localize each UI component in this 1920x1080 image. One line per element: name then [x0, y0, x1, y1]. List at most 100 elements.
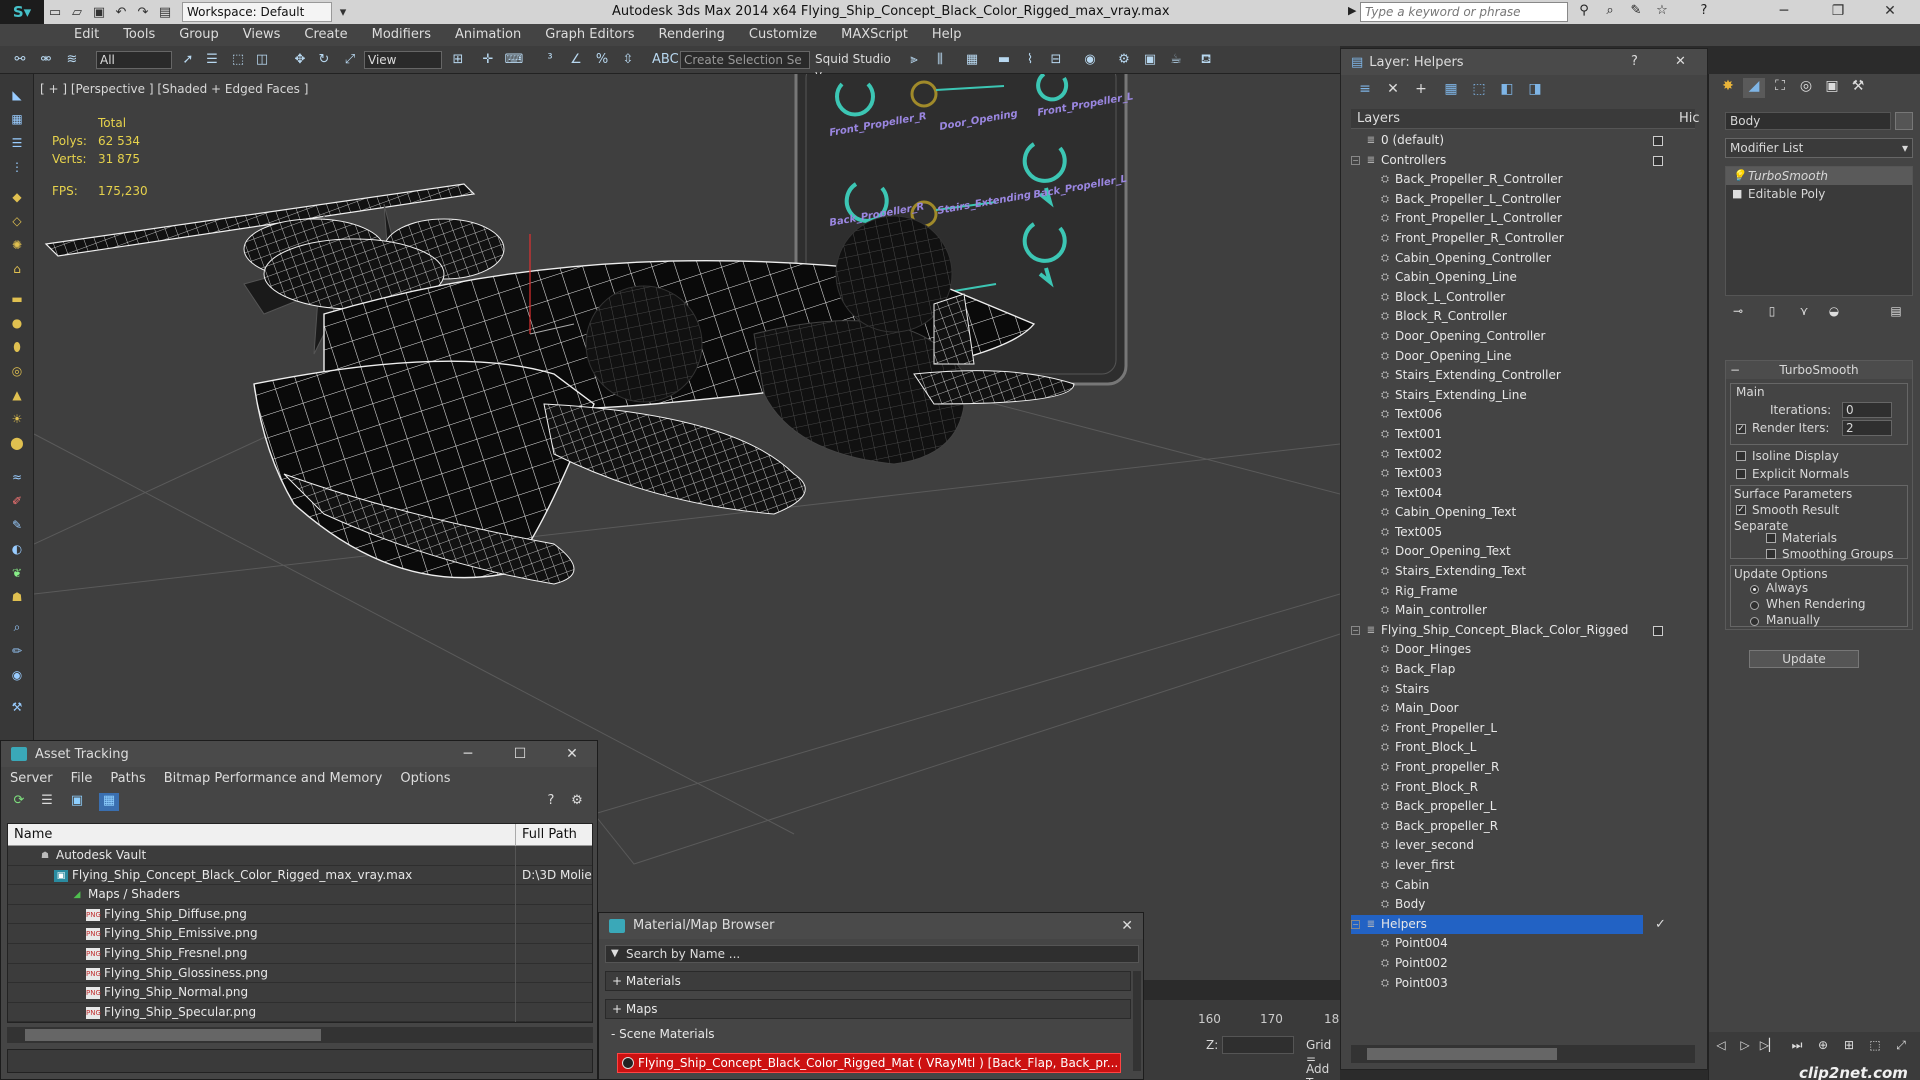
when-rendering-radio[interactable] — [1750, 601, 1759, 610]
collapse-icon[interactable]: − — [1351, 155, 1360, 165]
reference-coordinate-select[interactable]: View — [364, 51, 442, 69]
settings-icon[interactable]: ⚙ — [567, 793, 587, 811]
layer-object-row[interactable]: ⛭ Main_Door — [1351, 699, 1695, 719]
render-production-icon[interactable]: ☕ — [1166, 51, 1186, 69]
pin-stack-icon[interactable]: ⊸ — [1727, 304, 1749, 322]
search-tool-icon[interactable]: ⌕ — [7, 620, 27, 638]
box-icon[interactable]: ▬ — [7, 292, 27, 310]
binoculars-icon[interactable]: ⚲ — [1574, 3, 1594, 21]
layer-row[interactable]: − ≣ Flying_Ship_Concept_Black_Color_Rigged — [1351, 621, 1695, 641]
shapes-icon[interactable]: ◇ — [7, 214, 27, 232]
display-tab-icon[interactable]: ▣ — [1821, 78, 1843, 98]
graphite-ribbon-icon[interactable]: ▬ — [994, 51, 1014, 69]
named-selection-set-select[interactable]: Create Selection Se — [680, 51, 810, 69]
menu-help[interactable]: Help — [920, 24, 974, 46]
lightbulb-icon[interactable]: 💡 — [1732, 167, 1746, 185]
column-divider[interactable] — [515, 824, 516, 846]
paint-icon[interactable]: ✎ — [7, 518, 27, 536]
layer-object-row[interactable]: ⛭ Main_controller — [1351, 601, 1695, 621]
close-icon[interactable]: ✕ — [1121, 913, 1133, 939]
next-frame-icon[interactable]: ▷▏ — [1759, 1038, 1779, 1056]
layer-row[interactable]: − ≣ Controllers — [1351, 151, 1695, 171]
schematic-view-icon[interactable]: ⊟ — [1046, 51, 1066, 69]
select-manipulate-icon[interactable]: ✛ — [478, 51, 498, 69]
select-objects-layer-icon[interactable]: ⬚ — [1469, 81, 1489, 99]
object-name-field[interactable]: Body — [1725, 112, 1891, 130]
search-icon[interactable]: ⌕ — [1600, 3, 1620, 21]
flying-ship-model[interactable] — [44, 183, 1075, 585]
add-time-tag-label[interactable]: Add T — [1306, 1062, 1340, 1080]
layer-object-row[interactable]: ⛭ Front_propeller_R — [1351, 758, 1695, 778]
create-layer-icon[interactable]: + — [1411, 81, 1431, 99]
redo-icon[interactable]: ↷ — [132, 2, 154, 22]
hierarchy-tab-icon[interactable]: ⛶ — [1769, 78, 1791, 98]
menu-group[interactable]: Group — [167, 24, 231, 46]
asset-row[interactable]: ▣ Flying_Ship_Concept_Black_Color_Rigged_… — [8, 865, 592, 886]
lights-icon[interactable]: ✺ — [7, 238, 27, 256]
layer-object-row[interactable]: ⛭ lever_second — [1351, 836, 1695, 856]
layer-object-row[interactable]: ⛭ Text003 — [1351, 464, 1695, 484]
list-view-icon[interactable]: ☰ — [37, 793, 57, 811]
scene-explorer-icon[interactable]: ▦ — [7, 112, 27, 130]
layer-object-row[interactable]: ⛭ Front_Propeller_L — [1351, 719, 1695, 739]
scale-icon[interactable]: ⤢ — [340, 51, 360, 69]
align-icon[interactable]: ⫼ — [930, 51, 950, 69]
maximize-viewport-icon[interactable]: ⤢ — [1891, 1038, 1911, 1056]
menu-edit[interactable]: Edit — [62, 24, 111, 46]
layer-object-row[interactable]: ⛭ Block_L_Controller — [1351, 288, 1695, 308]
select-object-icon[interactable]: ➚ — [178, 51, 198, 69]
hide-toggle-checkbox[interactable] — [1653, 625, 1663, 636]
expand-arrow-icon[interactable]: ▶ — [1348, 4, 1356, 17]
layer-object-row[interactable]: ⛭ Text001 — [1351, 425, 1695, 445]
rotate-icon[interactable]: ↻ — [314, 51, 334, 69]
layer-object-row[interactable]: ⛭ Point003 — [1351, 974, 1695, 994]
menu-create[interactable]: Create — [292, 24, 359, 46]
menu-views[interactable]: Views — [231, 24, 293, 46]
curve-editor-icon[interactable]: ⌇ — [1020, 51, 1040, 69]
layer-object-row[interactable]: ⛭ Text006 — [1351, 405, 1695, 425]
go-to-end-icon[interactable]: ⏭ — [1787, 1038, 1807, 1056]
layer-object-row[interactable]: ⛭ Door_Hinges — [1351, 640, 1695, 660]
layer-object-row[interactable]: ⛭ Back_Propeller_L_Controller — [1351, 190, 1695, 210]
make-unique-icon[interactable]: ⋎ — [1793, 304, 1815, 322]
asset-menu-options[interactable]: Options — [391, 771, 459, 786]
scrollbar-thumb[interactable] — [1367, 1048, 1557, 1060]
globe-icon[interactable]: ◉ — [7, 668, 27, 686]
layer-object-row[interactable]: ⛭ Stairs_Extending_Text — [1351, 562, 1695, 582]
pivot-center-icon[interactable]: ⊞ — [448, 51, 468, 69]
category-materials[interactable]: + Materials — [605, 971, 1131, 991]
mirror-icon[interactable]: ⫸ — [904, 51, 924, 69]
menu-maxscript[interactable]: MAXScript — [829, 24, 920, 46]
new-file-icon[interactable]: ▭ — [44, 2, 66, 22]
layer-object-row[interactable]: ⛭ Door_Opening_Controller — [1351, 327, 1695, 347]
material-search-input[interactable]: ▼ Search by Name ... — [605, 945, 1139, 963]
layer-settings-icon[interactable]: ≡ — [1355, 81, 1375, 99]
asset-menu-server[interactable]: Server — [1, 771, 62, 786]
zoom-extents-icon[interactable]: ⬚ — [1865, 1038, 1885, 1056]
layer-object-row[interactable]: ⛭ Back_propeller_R — [1351, 817, 1695, 837]
layer-object-row[interactable]: ⛭ Front_Propeller_L_Controller — [1351, 209, 1695, 229]
render-iters-checkbox[interactable]: ✓ — [1736, 424, 1746, 434]
menu-rendering[interactable]: Rendering — [647, 24, 737, 46]
hide-column-header[interactable]: Hic — [1679, 109, 1700, 129]
layer-row[interactable]: − ≣ Helpers ✓ — [1351, 914, 1695, 935]
menu-modifiers[interactable]: Modifiers — [360, 24, 443, 46]
materials-checkbox[interactable] — [1766, 533, 1776, 543]
shape-tool-icon[interactable]: ◐ — [7, 542, 27, 560]
workspace-select[interactable]: Workspace: Default — [182, 2, 332, 22]
table-view-icon[interactable]: ▦ — [99, 793, 119, 811]
zoom-all-icon[interactable]: ⊞ — [1839, 1038, 1859, 1056]
layer-object-row[interactable]: ⛭ Cabin_Opening_Controller — [1351, 249, 1695, 269]
close-icon[interactable]: ✕ — [557, 743, 587, 765]
teapot-icon[interactable]: ⛾ — [1196, 51, 1216, 69]
select-by-name-icon[interactable]: ☰ — [202, 51, 222, 69]
torus-icon[interactable]: ◎ — [7, 364, 27, 382]
menu-graph-editors[interactable]: Graph Editors — [533, 24, 646, 46]
thumbnail-view-icon[interactable]: ▣ — [67, 793, 87, 811]
play-icon[interactable]: ▷ — [1735, 1038, 1755, 1056]
layer-object-row[interactable]: ⛭ Front_Block_R — [1351, 778, 1695, 798]
hierarchy-icon[interactable]: ⋮ — [7, 160, 27, 178]
rect-selection-icon[interactable]: ⬚ — [228, 51, 248, 69]
project-folder-icon[interactable]: ▤ — [154, 2, 176, 22]
open-file-icon[interactable]: ▱ — [66, 2, 88, 22]
